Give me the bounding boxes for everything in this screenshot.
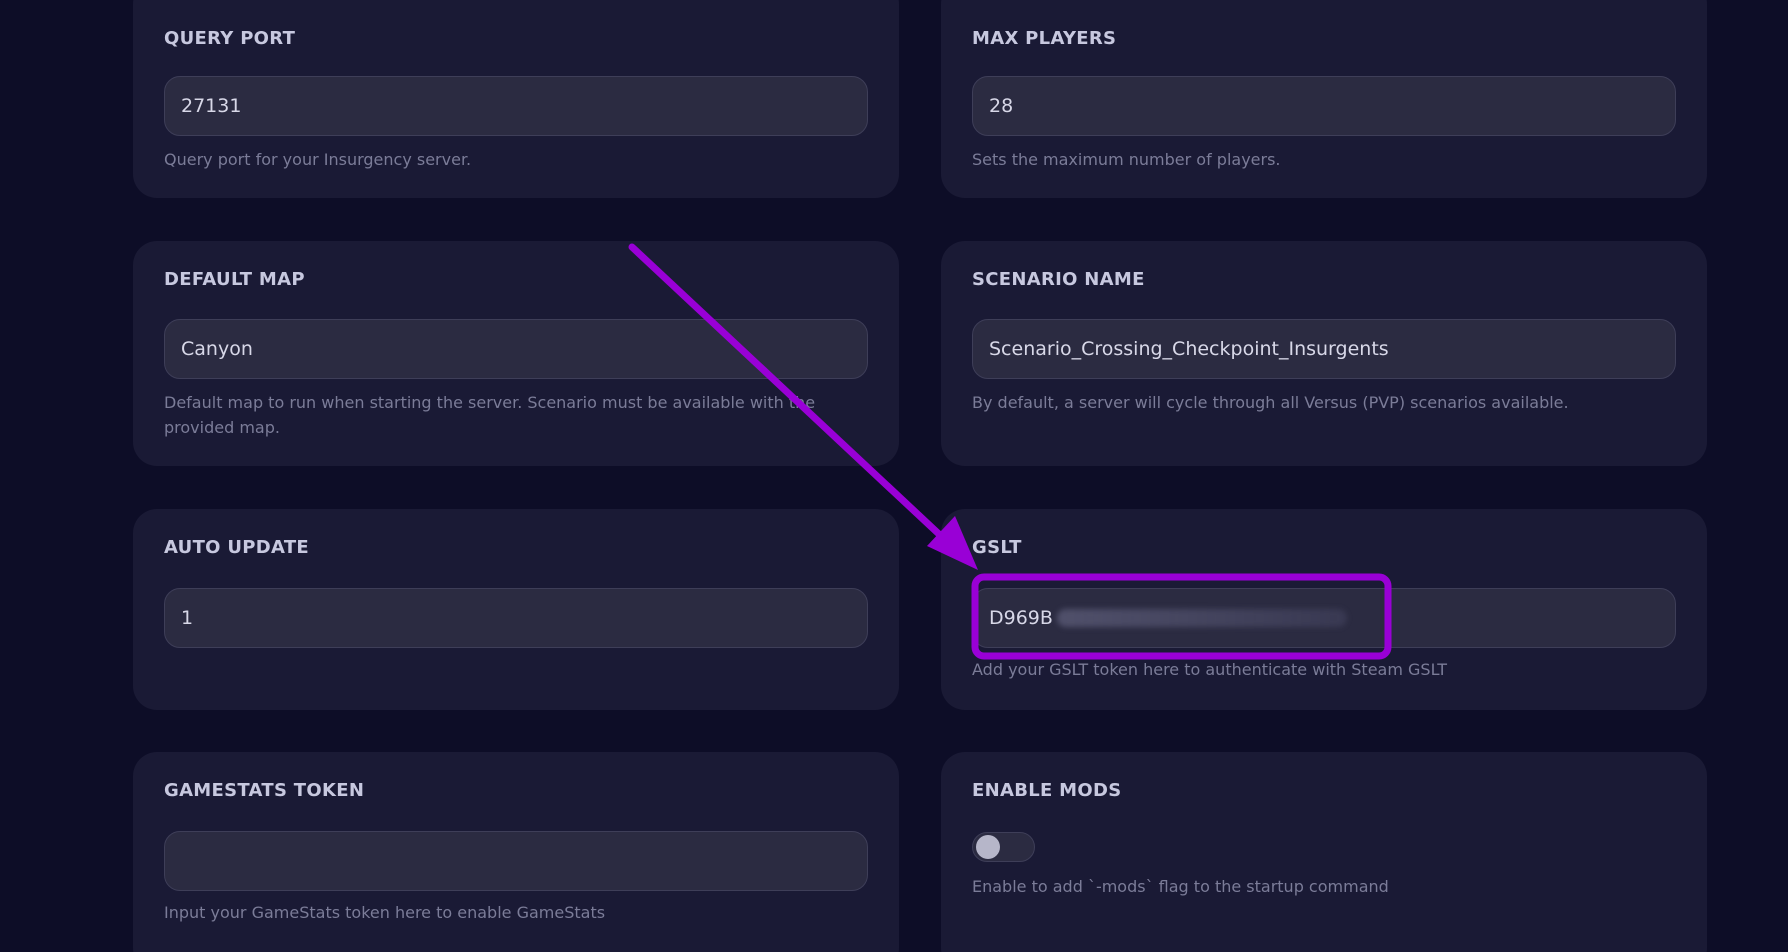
gamestats-token-help: Input your GameStats token here to enabl… <box>164 903 606 922</box>
gslt-input[interactable]: D969B <box>972 588 1676 648</box>
default-map-input[interactable]: Canyon <box>164 319 868 379</box>
enable-mods-help: Enable to add `-mods` flag to the startu… <box>972 877 1389 896</box>
query-port-input[interactable]: 27131 <box>164 76 868 136</box>
default-map-card: DEFAULT MAP Canyon Default map to run wh… <box>133 241 899 466</box>
toggle-knob <box>976 835 1000 859</box>
auto-update-input[interactable]: 1 <box>164 588 868 648</box>
settings-page: QUERY PORT 27131 Query port for your Ins… <box>0 0 1788 952</box>
max-players-label: MAX PLAYERS <box>972 28 1117 49</box>
gslt-redacted <box>1056 609 1347 627</box>
gamestats-token-input[interactable] <box>164 831 868 891</box>
auto-update-label: AUTO UPDATE <box>164 537 309 558</box>
enable-mods-toggle[interactable] <box>972 832 1035 862</box>
default-map-value: Canyon <box>181 338 253 360</box>
max-players-input[interactable]: 28 <box>972 76 1676 136</box>
enable-mods-label: ENABLE MODS <box>972 780 1122 801</box>
query-port-help: Query port for your Insurgency server. <box>164 150 472 169</box>
max-players-value: 28 <box>989 95 1014 117</box>
scenario-name-help: By default, a server will cycle through … <box>972 393 1569 412</box>
scenario-name-label: SCENARIO NAME <box>972 269 1145 290</box>
auto-update-value: 1 <box>181 607 194 629</box>
default-map-label: DEFAULT MAP <box>164 269 305 290</box>
scenario-name-value: Scenario_Crossing_Checkpoint_Insurgents <box>989 338 1389 360</box>
gamestats-token-card: GAMESTATS TOKEN Input your GameStats tok… <box>133 752 899 952</box>
max-players-card: MAX PLAYERS 28 Sets the maximum number o… <box>941 0 1707 198</box>
scenario-name-input[interactable]: Scenario_Crossing_Checkpoint_Insurgents <box>972 319 1676 379</box>
gamestats-token-label: GAMESTATS TOKEN <box>164 780 365 801</box>
gslt-card: GSLT D969B Add your GSLT token here to a… <box>941 509 1707 710</box>
scenario-name-card: SCENARIO NAME Scenario_Crossing_Checkpoi… <box>941 241 1707 466</box>
query-port-card: QUERY PORT 27131 Query port for your Ins… <box>133 0 899 198</box>
default-map-help: Default map to run when starting the ser… <box>164 393 816 437</box>
query-port-value: 27131 <box>181 95 242 117</box>
gslt-label: GSLT <box>972 537 1022 558</box>
max-players-help: Sets the maximum number of players. <box>972 150 1281 169</box>
enable-mods-card: ENABLE MODS Enable to add `-mods` flag t… <box>941 752 1707 952</box>
auto-update-card: AUTO UPDATE 1 <box>133 509 899 710</box>
gslt-help: Add your GSLT token here to authenticate… <box>972 660 1448 679</box>
gslt-value: D969B <box>989 607 1053 629</box>
query-port-label: QUERY PORT <box>164 28 296 49</box>
